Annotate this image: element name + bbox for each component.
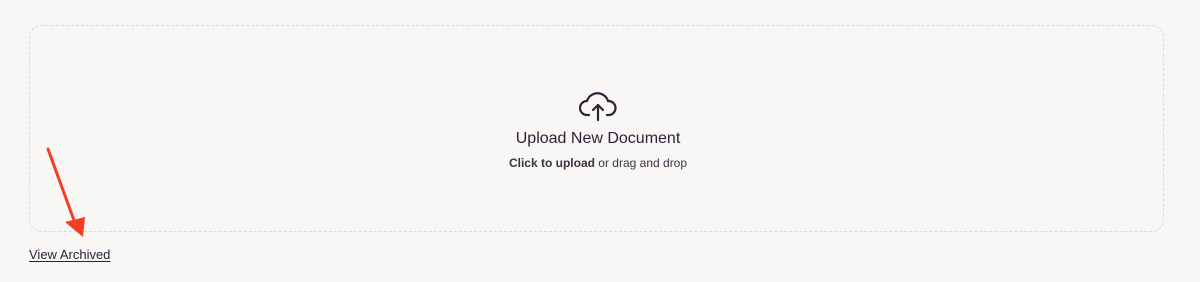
upload-subtitle: Click to upload or drag and drop: [0, 156, 1196, 170]
upload-dropzone[interactable]: [29, 25, 1164, 232]
cloud-upload-icon: [579, 92, 617, 122]
click-to-upload-text[interactable]: Click to upload: [509, 156, 595, 170]
annotation-arrow: [46, 147, 85, 237]
upload-title: Upload New Document: [515, 130, 681, 147]
view-archived-link[interactable]: View Archived: [29, 247, 110, 262]
drag-and-drop-text: or drag and drop: [594, 156, 688, 170]
